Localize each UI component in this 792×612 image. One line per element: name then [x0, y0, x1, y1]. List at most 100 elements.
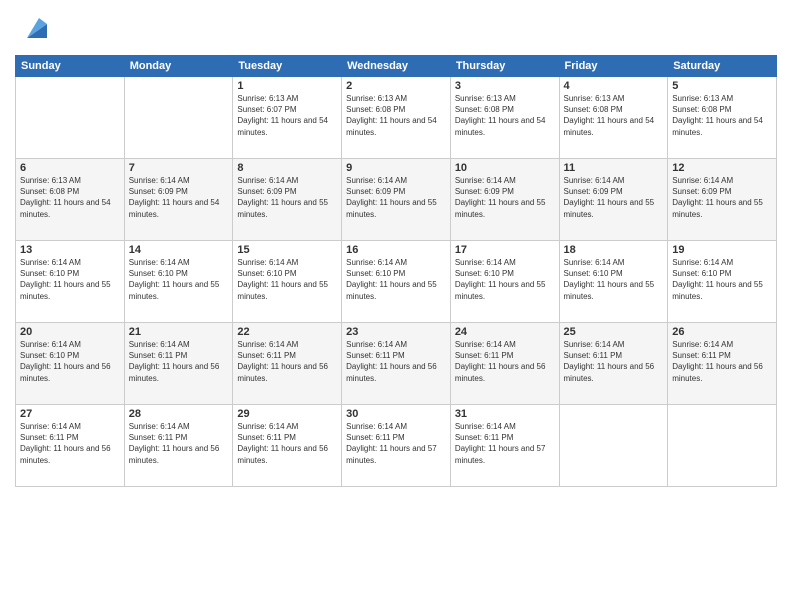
- cell-info: Sunrise: 6:14 AMSunset: 6:11 PMDaylight:…: [455, 421, 555, 466]
- week-row-5: 27Sunrise: 6:14 AMSunset: 6:11 PMDayligh…: [16, 405, 777, 487]
- calendar-cell: 4Sunrise: 6:13 AMSunset: 6:08 PMDaylight…: [559, 77, 668, 159]
- calendar-cell: 21Sunrise: 6:14 AMSunset: 6:11 PMDayligh…: [124, 323, 233, 405]
- day-number: 21: [129, 326, 229, 338]
- day-number: 19: [672, 244, 772, 256]
- cell-info: Sunrise: 6:13 AMSunset: 6:08 PMDaylight:…: [672, 93, 772, 138]
- cell-info: Sunrise: 6:13 AMSunset: 6:08 PMDaylight:…: [455, 93, 555, 138]
- day-number: 22: [237, 326, 337, 338]
- cell-info: Sunrise: 6:14 AMSunset: 6:11 PMDaylight:…: [672, 339, 772, 384]
- day-number: 3: [455, 80, 555, 92]
- calendar-cell: 26Sunrise: 6:14 AMSunset: 6:11 PMDayligh…: [668, 323, 777, 405]
- cell-info: Sunrise: 6:14 AMSunset: 6:10 PMDaylight:…: [20, 257, 120, 302]
- cell-info: Sunrise: 6:14 AMSunset: 6:10 PMDaylight:…: [455, 257, 555, 302]
- calendar-cell: 10Sunrise: 6:14 AMSunset: 6:09 PMDayligh…: [450, 159, 559, 241]
- cell-info: Sunrise: 6:13 AMSunset: 6:08 PMDaylight:…: [346, 93, 446, 138]
- weekday-header-thursday: Thursday: [450, 56, 559, 77]
- calendar-cell: 24Sunrise: 6:14 AMSunset: 6:11 PMDayligh…: [450, 323, 559, 405]
- weekday-header-saturday: Saturday: [668, 56, 777, 77]
- calendar-cell: 15Sunrise: 6:14 AMSunset: 6:10 PMDayligh…: [233, 241, 342, 323]
- calendar-cell: 14Sunrise: 6:14 AMSunset: 6:10 PMDayligh…: [124, 241, 233, 323]
- cell-info: Sunrise: 6:14 AMSunset: 6:09 PMDaylight:…: [672, 175, 772, 220]
- cell-info: Sunrise: 6:14 AMSunset: 6:11 PMDaylight:…: [455, 339, 555, 384]
- day-number: 6: [20, 162, 120, 174]
- cell-info: Sunrise: 6:14 AMSunset: 6:10 PMDaylight:…: [672, 257, 772, 302]
- cell-info: Sunrise: 6:13 AMSunset: 6:08 PMDaylight:…: [20, 175, 120, 220]
- day-number: 8: [237, 162, 337, 174]
- day-number: 30: [346, 408, 446, 420]
- calendar-cell: 9Sunrise: 6:14 AMSunset: 6:09 PMDaylight…: [342, 159, 451, 241]
- cell-info: Sunrise: 6:14 AMSunset: 6:11 PMDaylight:…: [346, 339, 446, 384]
- day-number: 7: [129, 162, 229, 174]
- calendar-cell: [668, 405, 777, 487]
- cell-info: Sunrise: 6:14 AMSunset: 6:11 PMDaylight:…: [129, 339, 229, 384]
- header: [15, 10, 777, 47]
- weekday-header-tuesday: Tuesday: [233, 56, 342, 77]
- weekday-header-monday: Monday: [124, 56, 233, 77]
- cell-info: Sunrise: 6:14 AMSunset: 6:11 PMDaylight:…: [20, 421, 120, 466]
- cell-info: Sunrise: 6:14 AMSunset: 6:09 PMDaylight:…: [237, 175, 337, 220]
- calendar-cell: 19Sunrise: 6:14 AMSunset: 6:10 PMDayligh…: [668, 241, 777, 323]
- calendar-cell: 25Sunrise: 6:14 AMSunset: 6:11 PMDayligh…: [559, 323, 668, 405]
- cell-info: Sunrise: 6:14 AMSunset: 6:10 PMDaylight:…: [237, 257, 337, 302]
- day-number: 28: [129, 408, 229, 420]
- calendar-cell: 1Sunrise: 6:13 AMSunset: 6:07 PMDaylight…: [233, 77, 342, 159]
- week-row-1: 1Sunrise: 6:13 AMSunset: 6:07 PMDaylight…: [16, 77, 777, 159]
- day-number: 15: [237, 244, 337, 256]
- calendar-cell: 28Sunrise: 6:14 AMSunset: 6:11 PMDayligh…: [124, 405, 233, 487]
- cell-info: Sunrise: 6:14 AMSunset: 6:09 PMDaylight:…: [346, 175, 446, 220]
- day-number: 26: [672, 326, 772, 338]
- day-number: 5: [672, 80, 772, 92]
- calendar-cell: 2Sunrise: 6:13 AMSunset: 6:08 PMDaylight…: [342, 77, 451, 159]
- day-number: 12: [672, 162, 772, 174]
- day-number: 2: [346, 80, 446, 92]
- calendar-cell: 23Sunrise: 6:14 AMSunset: 6:11 PMDayligh…: [342, 323, 451, 405]
- cell-info: Sunrise: 6:14 AMSunset: 6:10 PMDaylight:…: [346, 257, 446, 302]
- weekday-header-sunday: Sunday: [16, 56, 125, 77]
- cell-info: Sunrise: 6:14 AMSunset: 6:09 PMDaylight:…: [129, 175, 229, 220]
- calendar-cell: 29Sunrise: 6:14 AMSunset: 6:11 PMDayligh…: [233, 405, 342, 487]
- week-row-2: 6Sunrise: 6:13 AMSunset: 6:08 PMDaylight…: [16, 159, 777, 241]
- logo-icon: [19, 10, 51, 47]
- day-number: 25: [564, 326, 664, 338]
- week-row-4: 20Sunrise: 6:14 AMSunset: 6:10 PMDayligh…: [16, 323, 777, 405]
- cell-info: Sunrise: 6:14 AMSunset: 6:10 PMDaylight:…: [564, 257, 664, 302]
- day-number: 23: [346, 326, 446, 338]
- calendar-cell: 7Sunrise: 6:14 AMSunset: 6:09 PMDaylight…: [124, 159, 233, 241]
- cell-info: Sunrise: 6:14 AMSunset: 6:11 PMDaylight:…: [237, 339, 337, 384]
- cell-info: Sunrise: 6:13 AMSunset: 6:08 PMDaylight:…: [564, 93, 664, 138]
- day-number: 27: [20, 408, 120, 420]
- page: SundayMondayTuesdayWednesdayThursdayFrid…: [0, 0, 792, 612]
- day-number: 1: [237, 80, 337, 92]
- calendar-cell: [559, 405, 668, 487]
- day-number: 13: [20, 244, 120, 256]
- day-number: 18: [564, 244, 664, 256]
- calendar-cell: 12Sunrise: 6:14 AMSunset: 6:09 PMDayligh…: [668, 159, 777, 241]
- calendar-cell: 8Sunrise: 6:14 AMSunset: 6:09 PMDaylight…: [233, 159, 342, 241]
- day-number: 24: [455, 326, 555, 338]
- calendar-cell: 18Sunrise: 6:14 AMSunset: 6:10 PMDayligh…: [559, 241, 668, 323]
- calendar-cell: 5Sunrise: 6:13 AMSunset: 6:08 PMDaylight…: [668, 77, 777, 159]
- day-number: 14: [129, 244, 229, 256]
- calendar-cell: 31Sunrise: 6:14 AMSunset: 6:11 PMDayligh…: [450, 405, 559, 487]
- calendar-cell: [16, 77, 125, 159]
- weekday-header-friday: Friday: [559, 56, 668, 77]
- calendar-cell: [124, 77, 233, 159]
- calendar-cell: 22Sunrise: 6:14 AMSunset: 6:11 PMDayligh…: [233, 323, 342, 405]
- logo: [15, 10, 51, 47]
- day-number: 17: [455, 244, 555, 256]
- calendar-cell: 11Sunrise: 6:14 AMSunset: 6:09 PMDayligh…: [559, 159, 668, 241]
- cell-info: Sunrise: 6:14 AMSunset: 6:10 PMDaylight:…: [20, 339, 120, 384]
- calendar-cell: 20Sunrise: 6:14 AMSunset: 6:10 PMDayligh…: [16, 323, 125, 405]
- calendar-cell: 27Sunrise: 6:14 AMSunset: 6:11 PMDayligh…: [16, 405, 125, 487]
- cell-info: Sunrise: 6:14 AMSunset: 6:09 PMDaylight:…: [455, 175, 555, 220]
- day-number: 9: [346, 162, 446, 174]
- day-number: 31: [455, 408, 555, 420]
- day-number: 10: [455, 162, 555, 174]
- calendar-table: SundayMondayTuesdayWednesdayThursdayFrid…: [15, 55, 777, 487]
- cell-info: Sunrise: 6:14 AMSunset: 6:11 PMDaylight:…: [129, 421, 229, 466]
- cell-info: Sunrise: 6:14 AMSunset: 6:11 PMDaylight:…: [237, 421, 337, 466]
- calendar-cell: 13Sunrise: 6:14 AMSunset: 6:10 PMDayligh…: [16, 241, 125, 323]
- calendar-cell: 6Sunrise: 6:13 AMSunset: 6:08 PMDaylight…: [16, 159, 125, 241]
- calendar-cell: 17Sunrise: 6:14 AMSunset: 6:10 PMDayligh…: [450, 241, 559, 323]
- cell-info: Sunrise: 6:14 AMSunset: 6:09 PMDaylight:…: [564, 175, 664, 220]
